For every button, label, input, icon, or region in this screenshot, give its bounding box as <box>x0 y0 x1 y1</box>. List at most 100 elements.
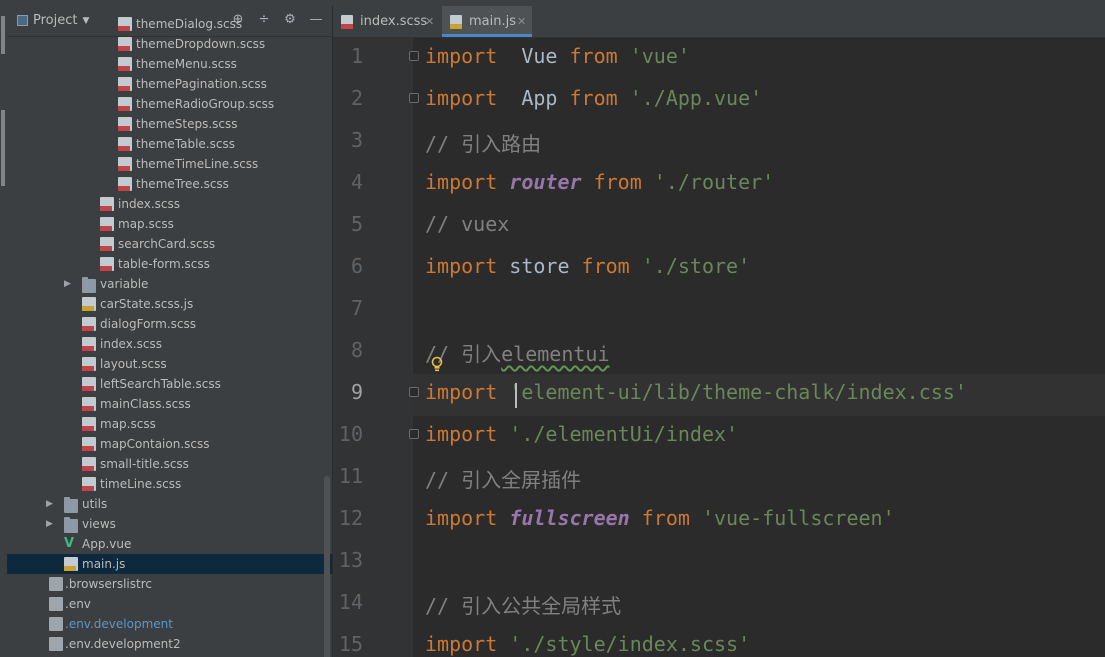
tree-file[interactable]: themePagination.scss <box>7 74 332 94</box>
sass-file-icon <box>118 77 132 91</box>
code-token: import <box>425 632 498 656</box>
tree-file[interactable]: small-title.scss <box>7 454 332 474</box>
code-token: from <box>593 170 642 194</box>
code-token: from <box>569 44 618 68</box>
line-number: 8 <box>350 338 363 362</box>
sass-file-icon <box>118 177 132 191</box>
code-token: router <box>509 170 582 194</box>
tree-file[interactable]: map.scss <box>7 414 332 434</box>
code-line: import './style/index.scss' <box>425 632 750 656</box>
tree-file[interactable]: main.js <box>7 554 332 574</box>
tree-file[interactable]: themeSteps.scss <box>7 114 332 134</box>
sass-file-icon <box>82 437 96 451</box>
tree-item-label: .env.development2 <box>65 637 181 651</box>
fold-marker-icon[interactable] <box>409 51 419 61</box>
tab-label: main.js <box>469 14 516 29</box>
code-token: './App.vue' <box>617 86 763 110</box>
tree-file[interactable]: dialogForm.scss <box>7 314 332 334</box>
tree-item-label: App.vue <box>82 537 132 551</box>
tree-file[interactable]: themeDialog.scss <box>7 14 332 34</box>
tree-file[interactable]: .env.development2 <box>7 634 332 654</box>
tree-file[interactable]: timeLine.scss <box>7 474 332 494</box>
tree-file[interactable]: themeTree.scss <box>7 174 332 194</box>
folder-icon <box>82 277 96 293</box>
lightbulb-icon[interactable] <box>431 356 443 372</box>
sass-file-icon <box>82 337 96 351</box>
tree-file[interactable]: layout.scss <box>7 354 332 374</box>
code-line: // 引入路由 <box>425 128 541 157</box>
tree-file[interactable]: searchCard.scss <box>7 234 332 254</box>
code-token: import <box>425 44 498 68</box>
close-icon[interactable]: ✕ <box>425 6 434 37</box>
code-token: import <box>425 380 498 404</box>
tab-index-scss[interactable]: index.scss ✕ <box>333 6 441 37</box>
sass-file-icon <box>100 237 114 251</box>
tab-main-js[interactable]: main.js ✕ <box>442 6 532 37</box>
tab-label: index.scss <box>360 14 428 29</box>
line-number: 14 <box>338 590 363 614</box>
tree-file[interactable]: V App.vue <box>7 534 332 554</box>
tree-item-label: mainClass.scss <box>100 397 191 411</box>
tree-file[interactable]: .browserslistrc <box>7 574 332 594</box>
chevron-right-icon[interactable]: ▶ <box>64 274 71 294</box>
code-token: 'vue' <box>617 44 690 68</box>
code-line: import router from './router' <box>425 170 774 194</box>
close-icon[interactable]: ✕ <box>517 6 526 37</box>
tree-item-label: timeLine.scss <box>100 477 182 491</box>
line-number: 6 <box>350 254 363 278</box>
code-line: // 引入公共全局样式 <box>425 590 621 619</box>
tree-file[interactable]: mainClass.scss <box>7 394 332 414</box>
tree-file[interactable]: carState.scss.js <box>7 294 332 314</box>
fold-marker-icon[interactable] <box>409 429 419 439</box>
code-line: // 引入elementui <box>425 338 610 367</box>
code-token: store <box>497 254 582 278</box>
tree-folder[interactable]: ▶ views <box>7 514 332 534</box>
tree-item-label: themeTable.scss <box>136 137 235 151</box>
fold-marker-icon[interactable] <box>409 93 419 103</box>
tree-file[interactable]: themeRadioGroup.scss <box>7 94 332 114</box>
tree-file[interactable]: index.scss <box>7 334 332 354</box>
tree-item-label: themeRadioGroup.scss <box>136 97 275 111</box>
tree-file[interactable]: map.scss <box>7 214 332 234</box>
tree-file[interactable]: index.scss <box>7 194 332 214</box>
code-token: import <box>425 422 498 446</box>
code-line: // 引入全屏插件 <box>425 464 581 493</box>
tree-folder[interactable]: ▶ utils <box>7 494 332 514</box>
tree-file[interactable]: leftSearchTable.scss <box>7 374 332 394</box>
tree-file[interactable]: mapContaion.scss <box>7 434 332 454</box>
project-scrollbar[interactable] <box>324 476 330 657</box>
sass-file-icon <box>118 37 132 51</box>
tree-file[interactable]: themeMenu.scss <box>7 54 332 74</box>
tree-item-label: variable <box>100 277 149 291</box>
tree-folder[interactable]: ▶ variable <box>7 274 332 294</box>
tree-item-label: index.scss <box>100 337 162 351</box>
sass-file-icon <box>118 17 132 31</box>
tree-file[interactable]: .env.development <box>7 614 332 634</box>
fold-marker-icon[interactable] <box>409 387 419 397</box>
project-tool-button[interactable] <box>1 16 5 54</box>
text-file-icon <box>49 617 63 631</box>
sass-file-icon <box>82 417 96 431</box>
code-line: import 'element-ui/lib/theme-chalk/index… <box>425 380 967 404</box>
code-token: // vuex <box>425 212 510 236</box>
line-number: 5 <box>350 212 363 236</box>
tree-item-label: mapContaion.scss <box>100 437 210 451</box>
tree-file[interactable]: themeDropdown.scss <box>7 34 332 54</box>
tree-item-label: leftSearchTable.scss <box>100 377 221 391</box>
code-token: // 引入路由 <box>425 132 542 156</box>
tree-file[interactable]: .env <box>7 594 332 614</box>
tree-file[interactable]: table-form.scss <box>7 254 332 274</box>
tree-file[interactable]: themeTable.scss <box>7 134 332 154</box>
code-token: from <box>641 506 690 530</box>
tree-file[interactable]: themeTimeLine.scss <box>7 154 332 174</box>
sass-file-icon <box>118 137 132 151</box>
tree-item-label: themeDropdown.scss <box>136 37 266 51</box>
tree-item-label: main.js <box>82 557 126 571</box>
code-line: import fullscreen from 'vue-fullscreen' <box>425 506 895 530</box>
chevron-right-icon[interactable]: ▶ <box>46 514 53 534</box>
tree-item-label: themeTimeLine.scss <box>136 157 259 171</box>
chevron-right-icon[interactable]: ▶ <box>46 494 53 514</box>
structure-tool-button[interactable] <box>1 110 5 186</box>
code-line: import './elementUi/index' <box>425 422 738 446</box>
